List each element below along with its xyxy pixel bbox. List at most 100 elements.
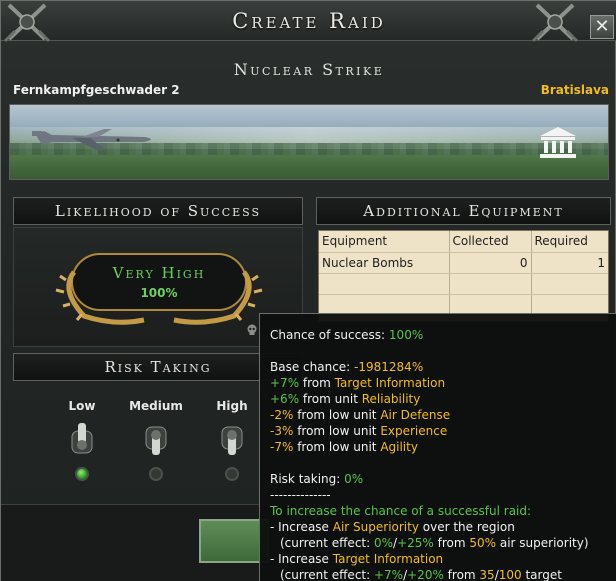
risk-label: Risk taking:: [270, 472, 345, 486]
tooltip-chance-line: Chance of success: 100%: [270, 327, 616, 343]
effect-mid: from: [443, 568, 480, 581]
modifier-name: Air Defense: [380, 408, 451, 422]
tip-name: Target Information: [332, 552, 444, 566]
modifier-line: -7% from low unit Agility: [270, 439, 616, 455]
modifier-text: from unit: [299, 392, 362, 406]
tip-effect-line: (current effect: 0%/+25% from 50% air su…: [270, 535, 616, 551]
modifier-line: +7% from Target Information: [270, 375, 616, 391]
equipment-header: Additional Equipment: [316, 197, 611, 225]
effect-current: 0%: [373, 536, 394, 550]
equipment-table-panel: Equipment Collected Required Nuclear Bom…: [318, 230, 609, 322]
effect-suffix: target: [521, 568, 562, 581]
tooltip-increase-header: To increase the chance of a successful r…: [270, 504, 532, 518]
likelihood-percent: 100%: [140, 286, 178, 300]
tip-line: - Increase Air Superiority over the regi…: [270, 519, 616, 535]
tip-prefix: - Increase: [270, 552, 333, 566]
table-row: Nuclear Bombs 0 1: [319, 252, 608, 274]
toggle-switch-icon[interactable]: [219, 421, 245, 457]
risk-option-high[interactable]: High: [197, 399, 267, 481]
chance-value: 100%: [388, 328, 424, 342]
modifier-name: Target Information: [334, 376, 446, 390]
likelihood-header: Likelihood of Success: [13, 197, 303, 225]
window-title: Create Raid: [232, 9, 386, 33]
effect-max: +25%: [397, 536, 434, 550]
effect-source: 35: [479, 568, 495, 581]
column-header-collected: Collected: [449, 231, 532, 253]
raid-type-bar: Nuclear Strike: [1, 47, 616, 83]
tooltip-separator: --------------: [270, 488, 331, 502]
likelihood-readout: Very High 100%: [14, 264, 304, 300]
tooltip-base-line: Base chance: -1981284%: [270, 359, 616, 375]
title-bar: Create Raid ✕: [1, 1, 616, 43]
raid-banner-image: [9, 104, 609, 180]
close-button[interactable]: ✕: [590, 15, 614, 39]
modifier-value: -7%: [270, 440, 294, 454]
equipment-table: Equipment Collected Required Nuclear Bom…: [319, 231, 608, 316]
risk-value: 0%: [344, 472, 364, 486]
effect-max: +20%: [407, 568, 444, 581]
modifier-value: -3%: [270, 424, 294, 438]
effect-source: 50%: [469, 536, 497, 550]
tip-line: - Increase Target Information: [270, 551, 616, 567]
effect-suffix: air superiority): [496, 536, 589, 550]
chance-label: Chance of success:: [270, 328, 389, 342]
table-row-empty: [319, 273, 608, 295]
crossed-swords-ornament-left-icon: [3, 3, 51, 43]
risk-option-low[interactable]: Low: [47, 399, 117, 481]
equipment-header-label: Additional Equipment: [363, 202, 564, 220]
modifier-text: from: [299, 376, 335, 390]
risk-indicator-light: [225, 467, 239, 481]
modifier-value: -2%: [270, 408, 294, 422]
base-label: Base chance:: [270, 360, 355, 374]
risk-option-label: Medium: [129, 399, 183, 413]
equipment-required-cell: 1: [531, 252, 608, 274]
government-building-icon: [540, 127, 576, 158]
equipment-table-header-row: Equipment Collected Required: [319, 231, 608, 253]
modifier-name: Reliability: [361, 392, 421, 406]
effect-prefix: (current effect:: [280, 568, 374, 581]
equipment-name-cell: Nuclear Bombs: [319, 252, 450, 274]
effect-mid: from: [433, 536, 470, 550]
modifier-value: +7%: [270, 376, 300, 390]
toggle-switch-icon[interactable]: [143, 421, 169, 457]
likelihood-header-label: Likelihood of Success: [54, 202, 262, 220]
create-raid-window: Create Raid ✕ Nuclear Strike Fernkampfge…: [0, 0, 616, 581]
modifier-value: +6%: [270, 392, 300, 406]
table-row-empty: [319, 294, 608, 316]
risk-option-label: Low: [68, 399, 96, 413]
crossed-swords-ornament-right-icon: [531, 3, 579, 43]
effect-current: +7%: [373, 568, 404, 581]
risk-option-label: High: [216, 399, 248, 413]
target-name[interactable]: Bratislava: [541, 83, 609, 97]
base-value: -1981284%: [354, 360, 424, 374]
tooltip-risk-line: Risk taking: 0%: [270, 471, 616, 487]
modifier-text: from low unit: [293, 408, 381, 422]
modifier-line: -2% from low unit Air Defense: [270, 407, 616, 423]
column-header-equipment: Equipment: [319, 231, 450, 253]
modifier-text: from low unit: [293, 424, 381, 438]
modifier-text: from low unit: [293, 440, 381, 454]
likelihood-level: Very High: [112, 264, 206, 282]
equipment-collected-cell: 0: [449, 252, 532, 274]
success-chance-tooltip: Chance of success: 100% Base chance: -19…: [259, 313, 616, 581]
bomber-plane-icon: [32, 129, 151, 150]
risk-indicator-light: [149, 467, 163, 481]
toggle-switch-icon[interactable]: [69, 421, 95, 457]
risk-header-label: Risk Taking: [104, 358, 212, 376]
tip-name: Air Superiority: [332, 520, 419, 534]
risk-indicator-light: [75, 467, 89, 481]
tip-suffix: over the region: [418, 520, 515, 534]
unit-target-row: Fernkampfgeschwader 2 Bratislava: [1, 81, 616, 103]
skull-icon[interactable]: [246, 324, 258, 336]
effect-prefix: (current effect:: [280, 536, 374, 550]
modifier-line: -3% from low unit Experience: [270, 423, 616, 439]
modifier-line: +6% from unit Reliability: [270, 391, 616, 407]
unit-name[interactable]: Fernkampfgeschwader 2: [13, 83, 180, 97]
column-header-required: Required: [531, 231, 608, 253]
modifier-name: Experience: [380, 424, 448, 438]
risk-option-medium[interactable]: Medium: [121, 399, 191, 481]
tip-effect-line: (current effect: +7%/+20% from 35/100 ta…: [270, 567, 616, 581]
modifier-name: Agility: [380, 440, 418, 454]
tip-prefix: - Increase: [270, 520, 333, 534]
effect-source-max: 100: [498, 568, 522, 581]
